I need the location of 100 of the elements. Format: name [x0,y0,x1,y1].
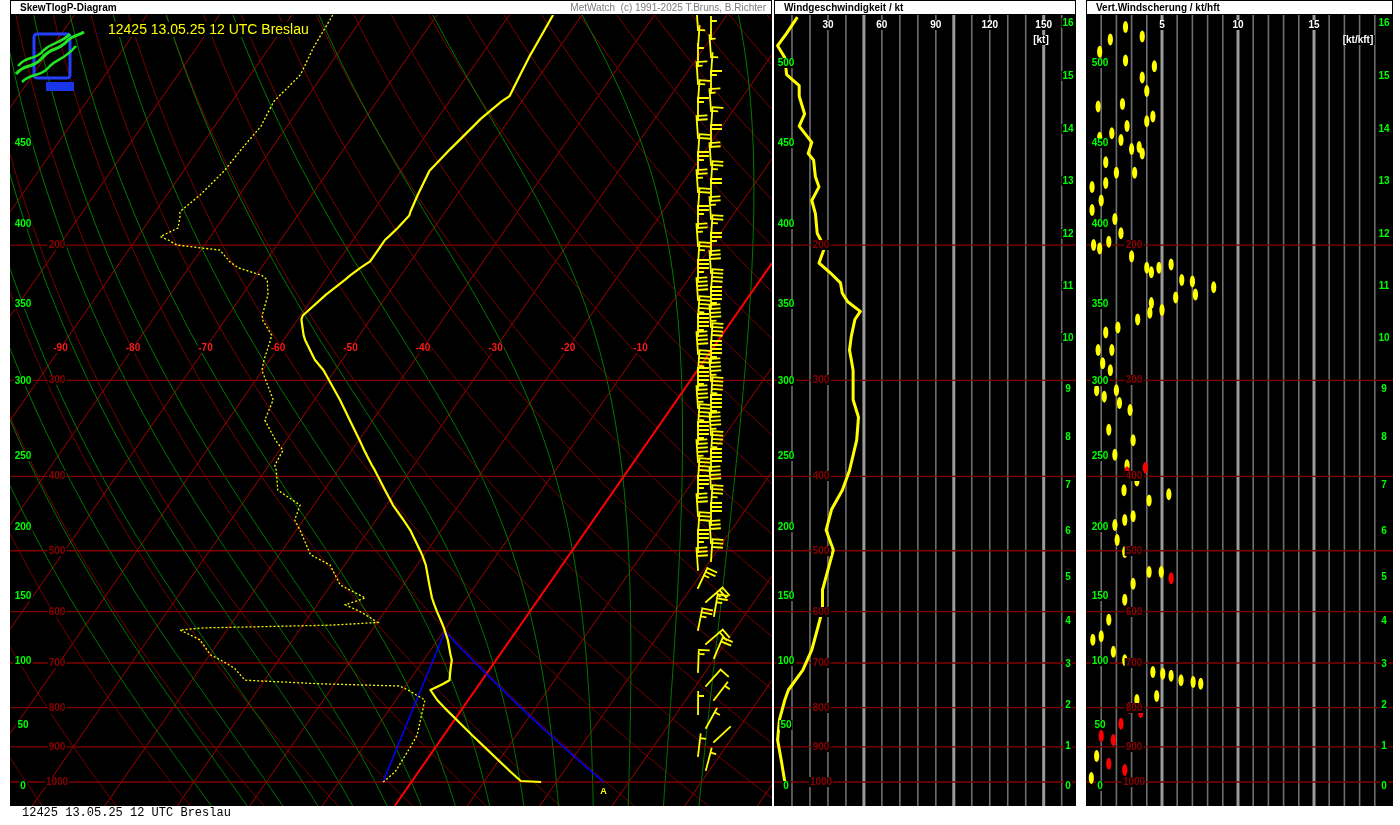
pressure-label: 300 [811,375,831,386]
height-label: 13 [1377,176,1391,187]
flight-level-label: 350 [776,298,796,309]
wind-barb [695,492,708,517]
wind-barb [695,222,708,247]
wind-barb [695,330,709,355]
wind-barb [705,747,717,771]
wind-barb [710,124,722,148]
height-label: 10 [1061,333,1075,344]
flight-level-label: 0 [782,781,790,792]
wind-barb [697,475,709,499]
flight-level-label: 500 [1090,58,1110,69]
shear-tick-label: 15 [1307,20,1321,30]
wind-barb [713,636,733,659]
pressure-label: 200 [811,240,831,251]
pressure-label: 1000 [44,777,70,787]
wind-barb [695,168,708,193]
height-label: 16 [1377,18,1391,29]
speed-tick-label: 30 [821,20,835,30]
pressure-label: 800 [47,702,67,713]
pressure-label: 900 [47,741,67,752]
height-label: 16 [1061,18,1075,29]
wind-barb [695,384,709,409]
temperature-label: -50 [342,343,359,353]
panel-title: Windgeschwindigkeit / kt [784,2,904,13]
pressure-label: 300 [47,375,67,386]
height-label: 5 [1064,571,1072,582]
wind-barb [708,87,721,112]
logo-icon [14,30,85,91]
flight-level-label: 350 [1090,298,1110,309]
pressure-label: 700 [1124,658,1144,668]
height-label: 8 [1380,432,1388,443]
wind-barb [708,195,721,220]
flight-level-label: 300 [13,376,33,387]
height-label: 12 [1377,228,1391,239]
wind-barb [710,538,724,562]
height-label: 3 [1380,658,1388,669]
height-label: 0 [1380,781,1388,792]
wind-barb [695,114,708,139]
temperature-label: -30 [487,343,504,353]
height-label: 15 [1377,70,1391,81]
wind-barb [697,97,709,121]
pressure-label: 600 [47,606,67,617]
height-label: 8 [1064,432,1072,443]
flight-level-label: 300 [1090,376,1110,387]
pressure-label: 900 [811,741,831,752]
height-label: 6 [1064,526,1072,537]
temperature-label: -90 [52,343,69,353]
wind-barb [708,519,721,544]
wind-barb [697,151,709,175]
flight-level-label: 100 [13,656,33,667]
pressure-label: 400 [811,471,831,482]
flight-level-label: 450 [1090,138,1110,149]
flight-level-label: 300 [776,376,796,387]
wind-barb [710,502,722,526]
flight-level-label: 200 [1090,522,1110,532]
height-label: 0 [1064,781,1072,792]
flight-level-label: 150 [13,590,33,601]
wind-barb [708,141,721,166]
height-label: 4 [1064,615,1072,626]
height-label: 7 [1064,480,1072,491]
speed-tick-label: 90 [929,20,943,30]
pressure-label: 900 [1124,741,1144,752]
wind-barb [713,681,730,701]
pressure-label: 500 [47,545,67,556]
pressure-label: 200 [47,240,67,251]
flight-level-label: 400 [776,218,796,229]
flight-level-label: 200 [776,522,796,532]
flight-level-label: 0 [1096,781,1104,792]
height-label: 5 [1380,571,1388,582]
flight-level-label: 50 [1093,720,1107,731]
height-label: 7 [1380,480,1388,491]
flight-level-label: 450 [776,138,796,149]
pressure-label: 700 [47,658,67,668]
wind-barb [708,465,722,490]
wind-barb [710,340,722,364]
station-heading: 12425 13.05.25 12 UTC Breslau [107,22,310,37]
height-label: 14 [1377,123,1391,134]
height-label: 2 [1064,700,1072,711]
height-label: 11 [1061,281,1075,292]
height-label: 9 [1064,383,1072,394]
wind-barb [695,438,709,463]
speed-tick-label: 120 [980,20,1000,30]
shear-tick-label: 5 [1158,20,1166,30]
wind-barb [697,733,707,757]
flight-level-label: 0 [19,781,27,792]
shear-tick-label: 10 [1231,20,1245,30]
speed-tick-label: 60 [875,20,889,30]
pressure-label: 200 [1124,240,1144,251]
flight-level-label: 350 [13,298,33,309]
temperature-label: -70 [197,343,214,353]
pressure-label: 600 [811,606,831,617]
parcel-marker-label: A [599,786,608,796]
temperature-label: -20 [559,343,577,353]
wind-barb [710,232,722,256]
pressure-label: 800 [811,702,831,713]
pressure-label: 600 [1124,606,1144,617]
wind-barb [708,411,722,436]
height-label: 10 [1377,333,1391,344]
pressure-label: 1000 [1121,777,1147,787]
